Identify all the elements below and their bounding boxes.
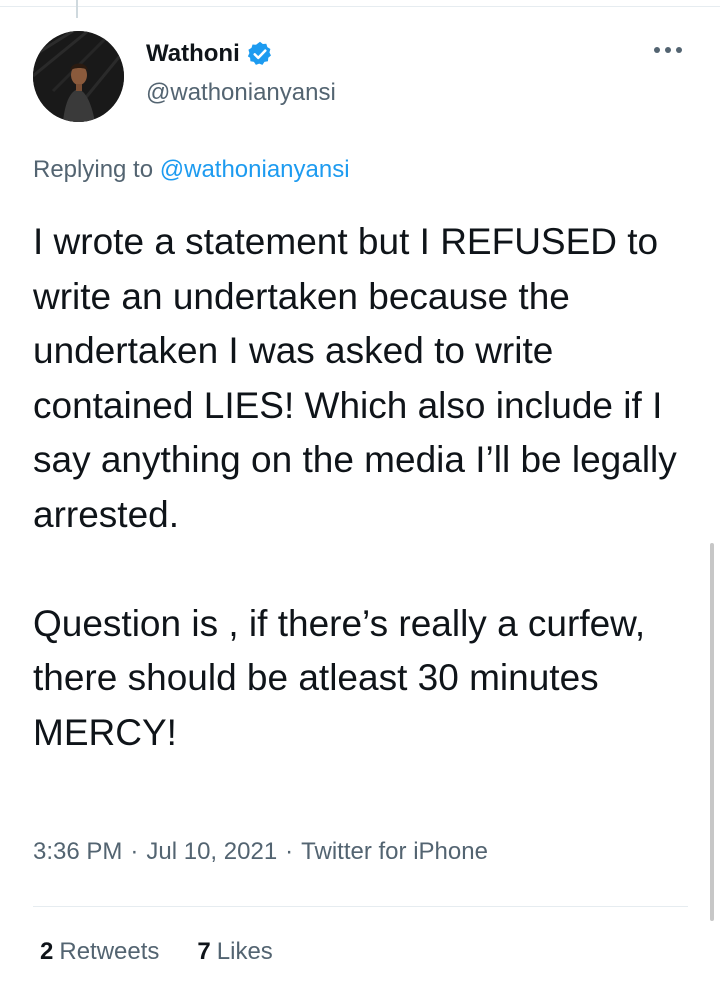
tweet-source[interactable]: Twitter for iPhone: [301, 838, 488, 865]
more-dot: [654, 47, 660, 53]
likes-stat[interactable]: 7 Likes: [197, 938, 272, 966]
tweet-time[interactable]: 3:36 PM: [33, 838, 122, 865]
stats-divider: [33, 906, 688, 907]
tweet-date[interactable]: Jul 10, 2021: [146, 838, 277, 865]
meta-separator: ·: [130, 838, 139, 865]
likes-count: 7: [197, 938, 211, 965]
retweets-count: 2: [40, 938, 54, 965]
author-handle[interactable]: @wathonianyansi: [146, 79, 336, 107]
profile-photo-icon: [33, 31, 124, 122]
top-divider: [0, 6, 720, 7]
scrollbar[interactable]: [710, 543, 714, 921]
replying-to-mention-link[interactable]: @wathonianyansi: [160, 156, 350, 183]
tweet-meta: 3:36 PM · Jul 10, 2021 · Twitter for iPhone: [33, 838, 488, 866]
replying-to-label: Replying to: [33, 156, 160, 183]
replying-to: Replying to @wathonianyansi: [33, 156, 350, 184]
likes-label: Likes: [216, 938, 273, 965]
author-name-row: Wathoni: [146, 40, 274, 68]
verified-badge-icon: [247, 41, 271, 65]
tweet-paragraph: I wrote a statement but I REFUSED to wri…: [33, 221, 677, 535]
author-display-name[interactable]: Wathoni: [146, 40, 240, 68]
meta-separator: ·: [285, 838, 294, 865]
avatar[interactable]: [33, 31, 124, 122]
engagement-stats: 2 Retweets 7 Likes: [40, 938, 273, 966]
tweet-paragraph: Question is , if there’s really a curfew…: [33, 602, 646, 753]
retweets-label: Retweets: [59, 938, 160, 965]
more-dot: [665, 47, 671, 53]
more-dot: [676, 47, 682, 53]
more-options-icon[interactable]: [654, 43, 682, 57]
tweet-text: I wrote a statement but I REFUSED to wri…: [33, 215, 693, 760]
retweets-stat[interactable]: 2 Retweets: [40, 938, 159, 966]
thread-connector-line: [76, 0, 78, 18]
